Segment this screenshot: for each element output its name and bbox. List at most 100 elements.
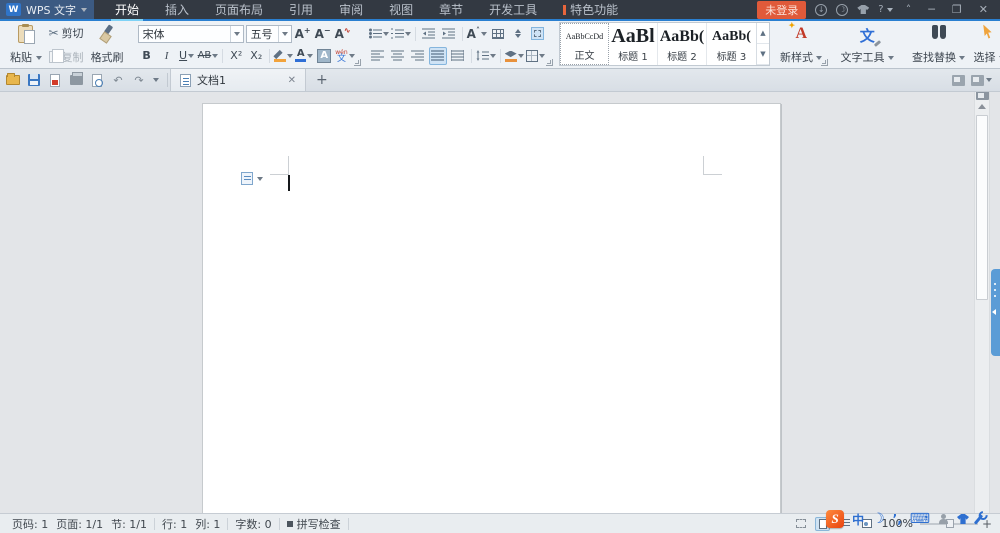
ime-toolbox-icon[interactable] — [973, 513, 984, 525]
document-page[interactable] — [202, 103, 781, 513]
app-menu-caret-icon[interactable] — [81, 7, 87, 12]
font-family-combo[interactable]: 宋体 — [137, 24, 244, 43]
tab-insert[interactable]: 插入 — [152, 0, 202, 21]
align-left-button[interactable] — [369, 47, 387, 65]
sogou-logo-icon[interactable]: S — [826, 510, 845, 528]
shading-button[interactable] — [504, 47, 524, 65]
ime-skin-icon[interactable] — [957, 514, 969, 524]
tab-page-layout[interactable]: 页面布局 — [202, 0, 276, 21]
open-button[interactable] — [6, 73, 20, 87]
update-icon[interactable]: ↓ — [815, 3, 828, 16]
cut-button[interactable]: ✂ 剪切 — [46, 23, 87, 43]
tab-view[interactable]: 视图 — [376, 0, 426, 21]
font-size-combo[interactable]: 五号 — [245, 24, 292, 43]
restore-button[interactable]: ❐ — [948, 3, 966, 16]
skin-icon[interactable] — [857, 5, 870, 14]
collapse-ribbon-button[interactable]: ˄ — [902, 3, 916, 16]
increase-indent-button[interactable] — [440, 25, 458, 43]
font-family-caret-icon[interactable] — [229, 25, 243, 42]
ime-language-mode-button[interactable]: 中 — [852, 511, 864, 528]
line-spacing-button[interactable] — [476, 47, 496, 65]
print-preview-button[interactable] — [90, 73, 104, 87]
spell-check-button[interactable]: 拼写检查 — [283, 516, 345, 532]
style-normal[interactable]: AaBbCcDd 正文 — [559, 23, 609, 65]
styles-more-button[interactable]: ▼ — [756, 44, 769, 65]
scrollbar-thumb[interactable] — [976, 115, 988, 300]
distribute-button[interactable] — [449, 47, 467, 65]
new-style-button[interactable]: A 新样式 — [776, 21, 827, 67]
style-heading2[interactable]: AaBb( 标题 2 — [658, 23, 707, 65]
tab-home[interactable]: 开始 — [102, 0, 152, 21]
paste-options-button[interactable] — [241, 172, 263, 185]
scroll-up-arrow-icon[interactable] — [978, 104, 986, 109]
ime-fullhalf-moon-icon[interactable]: ☽ — [872, 511, 885, 527]
ime-punctuation-button[interactable]: ’, — [893, 512, 902, 526]
underline-button[interactable]: U — [178, 47, 196, 65]
document-area[interactable] — [0, 92, 1000, 513]
new-document-tab-button[interactable]: + — [306, 69, 338, 91]
copy-button[interactable]: 复制 — [46, 47, 87, 67]
styles-dialog-launcher[interactable] — [821, 59, 829, 66]
tab-review[interactable]: 审阅 — [326, 0, 376, 21]
bullets-button[interactable] — [368, 25, 389, 43]
borders-button[interactable] — [525, 47, 545, 65]
phonetic-guide-button[interactable]: wén 文 — [335, 47, 355, 65]
text-tool-button[interactable]: 文 文字工具 — [836, 23, 898, 67]
highlight-color-button[interactable] — [274, 47, 294, 65]
styles-scroll-up-button[interactable]: ▲ — [756, 23, 769, 44]
insert-table-button[interactable] — [489, 25, 507, 43]
grow-font-button[interactable]: A+ — [294, 25, 312, 43]
format-painter-button[interactable]: 格式刷 — [87, 23, 128, 67]
font-dialog-launcher[interactable] — [353, 59, 361, 66]
task-pane-icon[interactable] — [952, 74, 965, 86]
align-center-button[interactable] — [389, 47, 407, 65]
find-replace-button[interactable]: 查找替换 — [908, 23, 970, 67]
text-effects-button[interactable]: A∿ — [334, 25, 352, 43]
paragraph-dialog-launcher[interactable] — [545, 59, 553, 66]
app-menu-button[interactable]: W WPS 文字 — [0, 0, 94, 21]
side-panel-pull-tab[interactable] — [991, 269, 1000, 356]
align-right-button[interactable] — [409, 47, 427, 65]
show-paragraph-layout-button[interactable] — [529, 25, 547, 43]
document-tab-close-icon[interactable]: ✕ — [288, 75, 296, 86]
select-button[interactable]: 选择 — [969, 23, 1000, 67]
status-word-count[interactable]: 字数: 0 — [231, 516, 275, 532]
font-size-caret-icon[interactable] — [277, 25, 291, 42]
document-tab[interactable]: 文档1 ✕ — [170, 69, 306, 91]
italic-button[interactable]: I — [158, 47, 176, 65]
character-shading-button[interactable]: A — [315, 47, 333, 65]
ime-account-icon[interactable] — [938, 514, 949, 524]
tab-section[interactable]: 章节 — [426, 0, 476, 21]
redo-button[interactable]: ↷ — [132, 74, 146, 87]
minimize-button[interactable]: ─ — [924, 3, 939, 16]
ruler-toggle-button[interactable] — [976, 92, 989, 100]
ime-soft-keyboard-icon[interactable]: ⌨ — [910, 511, 930, 527]
style-heading1[interactable]: AaBl 标题 1 — [609, 23, 658, 65]
tab-references[interactable]: 引用 — [276, 0, 326, 21]
qat-dropdown-caret-icon[interactable] — [153, 78, 159, 82]
character-scale-button[interactable]: A˄ — [467, 25, 487, 43]
vertical-scrollbar[interactable] — [974, 92, 990, 513]
close-button[interactable]: ✕ — [975, 3, 992, 16]
help-button[interactable]: ? — [878, 4, 893, 15]
superscript-button[interactable]: X² — [227, 47, 245, 65]
tab-special-features[interactable]: 特色功能 — [550, 0, 631, 21]
numbering-button[interactable] — [390, 25, 411, 43]
login-button[interactable]: 未登录 — [757, 0, 807, 19]
undo-button[interactable]: ↶ — [111, 74, 125, 87]
export-pdf-button[interactable] — [48, 73, 62, 87]
paste-button[interactable]: 粘贴 — [6, 23, 46, 67]
font-color-button[interactable]: A — [295, 47, 314, 65]
bold-button[interactable]: B — [138, 47, 156, 65]
strikethrough-button[interactable]: AB — [198, 47, 219, 65]
paragraph-sort-button[interactable] — [509, 25, 527, 43]
tab-developer[interactable]: 开发工具 — [476, 0, 550, 21]
decrease-indent-button[interactable] — [420, 25, 438, 43]
save-button[interactable] — [27, 74, 41, 87]
tab-list-button[interactable] — [971, 74, 992, 86]
shrink-font-button[interactable]: A− — [314, 25, 332, 43]
night-mode-icon[interactable]: ☽ — [836, 3, 849, 16]
print-button[interactable] — [69, 72, 83, 87]
fullscreen-view-button[interactable] — [793, 517, 808, 531]
justify-button[interactable] — [428, 46, 447, 65]
